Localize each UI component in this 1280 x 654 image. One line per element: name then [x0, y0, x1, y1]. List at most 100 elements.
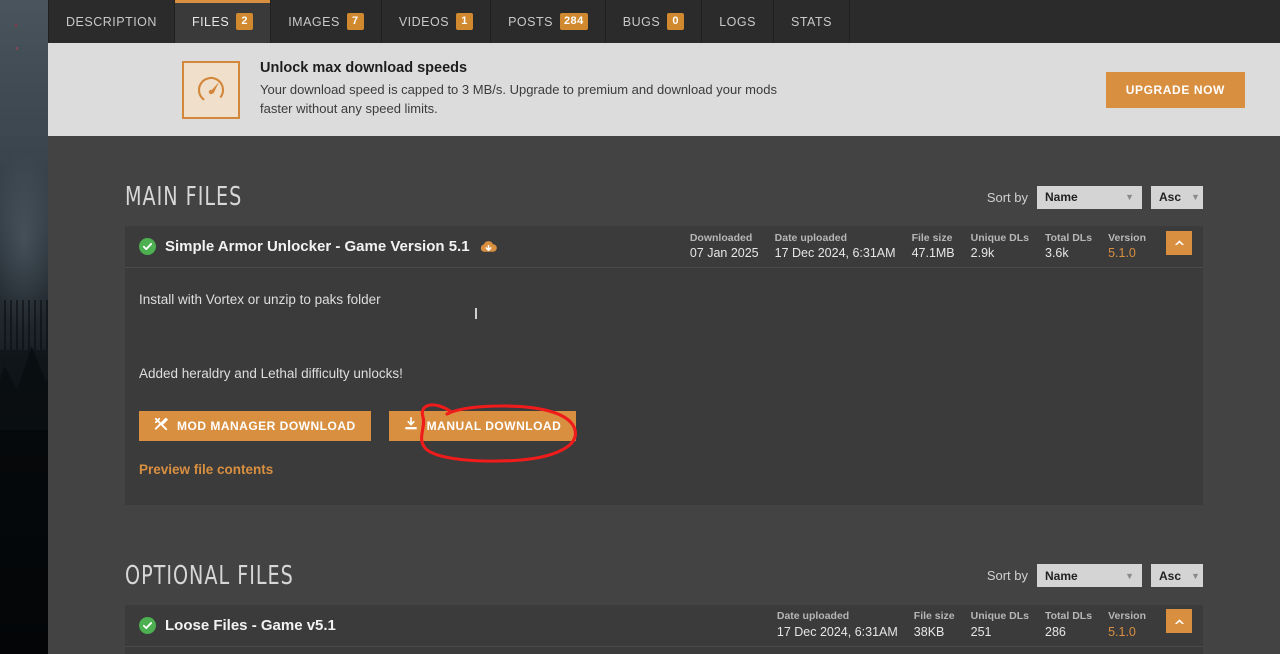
files-content: MAIN FILES Sort by Name ▼ Asc ▼ Simple A…	[48, 136, 1280, 654]
meta-key: File size	[913, 610, 955, 623]
tab-files[interactable]: FILES 2	[174, 0, 272, 43]
file-header-row: Simple Armor Unlocker - Game Version 5.1…	[125, 226, 1203, 268]
file-title: Simple Armor Unlocker - Game Version 5.1	[165, 238, 470, 255]
meta-value: 38KB	[913, 624, 945, 639]
meta-value: 17 Dec 2024, 6:31AM	[774, 246, 896, 261]
meta-key: Date uploaded	[774, 231, 847, 244]
backdrop-speck	[16, 47, 18, 50]
wrench-screwdriver-icon	[154, 417, 168, 434]
manual-download-button[interactable]: MANUAL DOWNLOAD	[388, 410, 577, 441]
collapse-file-button[interactable]	[1166, 609, 1192, 634]
chevron-down-icon: ▼	[1125, 192, 1134, 202]
tab-logs[interactable]: LOGS	[702, 0, 774, 43]
file-description-body-cutoff: Overrides default ini themes only. Read …	[125, 646, 1203, 654]
meta-key: Date uploaded	[776, 610, 850, 623]
tab-label: LOGS	[719, 14, 756, 29]
tab-badge: 284	[559, 13, 588, 30]
meta-unique-dls: Unique DLs 2.9k	[971, 231, 1045, 262]
meta-version: Version 5.1.0	[1108, 609, 1162, 640]
optional-files-header: OPTIONAL FILES Sort by Name ▼ Asc ▼	[125, 515, 1203, 605]
button-label: MANUAL DOWNLOAD	[426, 418, 562, 433]
meta-value: 2.9k	[970, 246, 995, 261]
banner-text: Unlock max download speeds Your download…	[260, 60, 1106, 119]
button-label: MOD MANAGER DOWNLOAD	[177, 418, 356, 433]
description-line: Added heraldry and Lethal difficulty unl…	[139, 366, 403, 382]
text-caret-artifact	[475, 308, 477, 319]
banner-subtitle: Your download speed is capped to 3 MB/s.…	[260, 82, 777, 116]
description-line: Install with Vortex or unzip to paks fol…	[139, 292, 381, 307]
preview-file-contents-link[interactable]: Preview file contents	[139, 462, 273, 477]
meta-total-dls: Total DLs 3.6k	[1045, 231, 1108, 262]
meta-value: 07 Jan 2025	[689, 246, 759, 261]
upgrade-now-button[interactable]: UPGRADE NOW	[1105, 71, 1245, 108]
collapse-file-button[interactable]	[1166, 230, 1192, 255]
meta-value: 251	[970, 624, 992, 639]
banner-title: Unlock max download speeds	[260, 60, 468, 77]
meta-version: Version 5.1.0	[1108, 231, 1162, 262]
file-description-body: Install with Vortex or unzip to paks fol…	[125, 268, 1203, 505]
sort-direction-select[interactable]: Asc ▼	[1151, 185, 1203, 209]
sort-field-value: Name	[1045, 568, 1078, 583]
meta-downloaded: Downloaded 07 Jan 2025	[690, 231, 775, 262]
section-title-main-files: MAIN FILES	[125, 182, 243, 212]
sort-by-label: Sort by	[986, 568, 1028, 583]
chevron-down-icon: ▼	[1191, 570, 1200, 581]
meta-key: Downloaded	[689, 231, 753, 244]
meta-value: 3.6k	[1045, 246, 1069, 261]
optional-files-sort-controls: Sort by Name ▼ Asc ▼	[987, 564, 1203, 587]
tab-stats[interactable]: STATS	[773, 0, 850, 43]
meta-unique-dls: Unique DLs 251	[971, 609, 1045, 640]
meta-value: 5.1.0	[1108, 624, 1136, 639]
main-files-sort-controls: Sort by Name ▼ Asc ▼	[986, 185, 1203, 209]
sort-field-select[interactable]: Name ▼	[1037, 564, 1142, 587]
meta-key: Version	[1108, 231, 1146, 244]
meta-key: Total DLs	[1045, 610, 1093, 623]
tab-badge: 1	[456, 13, 474, 30]
sort-direction-select[interactable]: Asc ▼	[1151, 564, 1203, 587]
sort-field-select[interactable]: Name ▼	[1037, 185, 1142, 209]
meta-key: Unique DLs	[970, 610, 1029, 623]
tab-description[interactable]: DESCRIPTION	[48, 0, 175, 43]
meta-total-dls: Total DLs 286	[1045, 609, 1108, 640]
main-files-header: MAIN FILES Sort by Name ▼ Asc ▼	[125, 136, 1203, 226]
meta-key: Total DLs	[1045, 231, 1093, 244]
tab-badge: 7	[346, 13, 364, 30]
meta-value: 47.1MB	[911, 246, 955, 261]
chevron-down-icon: ▼	[1191, 192, 1200, 202]
file-meta-group: Date uploaded 17 Dec 2024, 6:31AM File s…	[777, 609, 1192, 640]
file-card-main: Simple Armor Unlocker - Game Version 5.1…	[125, 226, 1203, 505]
file-name-group: Loose Files - Game v5.1	[139, 616, 777, 634]
meta-key: File size	[911, 231, 953, 244]
tab-bugs[interactable]: BUGS 0	[605, 0, 703, 43]
meta-date-uploaded: Date uploaded 17 Dec 2024, 6:31AM	[777, 609, 914, 640]
tab-images[interactable]: IMAGES 7	[271, 0, 382, 43]
meta-file-size: File size 38KB	[914, 609, 971, 640]
section-title-optional-files: OPTIONAL FILES	[125, 560, 294, 591]
mod-tab-bar: DESCRIPTION FILES 2 IMAGES 7 VIDEOS 1 PO…	[48, 0, 1280, 43]
sort-direction-value: Asc	[1159, 190, 1182, 204]
premium-upsell-banner: Unlock max download speeds Your download…	[48, 43, 1280, 136]
tab-label: DESCRIPTION	[66, 14, 157, 29]
tab-label: VIDEOS	[398, 14, 450, 29]
mod-manager-download-button[interactable]: MOD MANAGER DOWNLOAD	[139, 410, 371, 441]
meta-file-size: File size 47.1MB	[912, 231, 971, 262]
file-meta-group: Downloaded 07 Jan 2025 Date uploaded 17 …	[690, 230, 1192, 262]
sort-direction-value: Asc	[1159, 568, 1182, 583]
tab-label: STATS	[790, 14, 832, 29]
site-column: DESCRIPTION FILES 2 IMAGES 7 VIDEOS 1 PO…	[48, 0, 1280, 654]
tab-label: POSTS	[508, 14, 553, 29]
download-tray-icon	[404, 417, 418, 434]
backdrop-speck	[15, 24, 17, 27]
tab-posts[interactable]: POSTS 284	[491, 0, 606, 43]
sort-field-value: Name	[1045, 190, 1078, 204]
green-check-icon	[139, 238, 156, 255]
chevron-up-icon	[1174, 240, 1184, 246]
sort-by-label: Sort by	[986, 189, 1028, 205]
meta-value: 286	[1045, 624, 1066, 639]
tab-label: FILES	[191, 14, 230, 29]
tab-videos[interactable]: VIDEOS 1	[381, 0, 492, 43]
meta-key: Version	[1108, 610, 1146, 623]
cloud-download-icon[interactable]	[479, 239, 498, 255]
chevron-down-icon: ▼	[1125, 570, 1134, 581]
